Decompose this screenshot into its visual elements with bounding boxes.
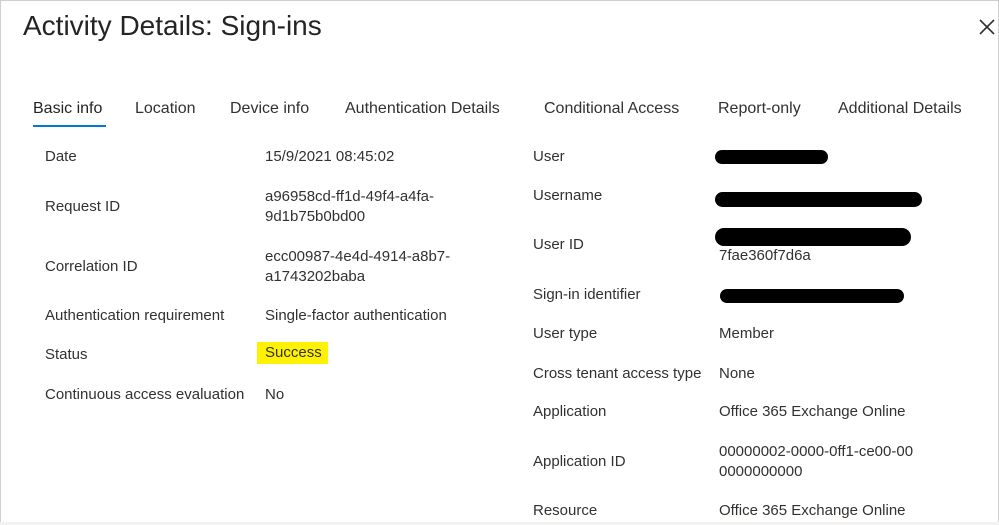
username-label: Username [533, 187, 603, 204]
date-label: Date [45, 148, 77, 165]
application-id-value: 00000002-0000-0ff1-ce00-000000000000 [719, 443, 914, 480]
tab-device-info[interactable]: Device info [230, 100, 309, 118]
tab-basic-info[interactable]: Basic info [33, 100, 102, 118]
status-label: Status [45, 346, 88, 363]
request-id-label: Request ID [45, 198, 121, 215]
user-value-redacted [715, 150, 828, 164]
resource-value: Office 365 Exchange Online [719, 502, 906, 519]
cross-tenant-value: None [719, 365, 755, 382]
username-value-redacted [715, 192, 922, 207]
correlation-id-value: ecc00987-4e4d-4914-a8b7-a1743202baba [265, 248, 451, 285]
auth-requirement-label: Authentication requirement [45, 307, 225, 324]
tab-authentication-details[interactable]: Authentication Details [345, 100, 500, 118]
application-id-label: Application ID [533, 453, 626, 470]
user-id-value: 7fae360f7d6a [719, 247, 811, 264]
user-id-label: User ID [533, 236, 584, 253]
request-id-value: a96958cd-ff1d-49f4-a4fa-9d1b75b0bd00 [265, 188, 435, 225]
auth-requirement-value: Single-factor authentication [265, 307, 447, 324]
signin-identifier-redacted [720, 289, 904, 303]
close-icon[interactable] [976, 16, 998, 38]
cae-label: Continuous access evaluation [45, 386, 245, 403]
user-label: User [533, 148, 565, 165]
tab-additional-details[interactable]: Additional Details [838, 100, 962, 118]
tab-report-only[interactable]: Report-only [718, 100, 801, 118]
user-type-label: User type [533, 325, 598, 342]
active-tab-indicator [33, 125, 106, 127]
status-value: Success [257, 342, 328, 364]
user-id-redaction [715, 228, 911, 246]
application-label: Application [533, 403, 607, 420]
tab-conditional-access[interactable]: Conditional Access [544, 100, 679, 118]
cae-value: No [265, 386, 285, 403]
signin-identifier-label: Sign-in identifier [533, 286, 641, 303]
date-value: 15/9/2021 08:45:02 [265, 148, 395, 165]
status-highlight: Success [257, 342, 328, 364]
tab-location[interactable]: Location [135, 100, 196, 118]
cross-tenant-label: Cross tenant access type [533, 365, 702, 382]
correlation-id-label: Correlation ID [45, 258, 138, 275]
resource-label: Resource [533, 502, 598, 519]
page-title: Activity Details: Sign-ins [23, 10, 322, 41]
application-value: Office 365 Exchange Online [719, 403, 906, 420]
user-type-value: Member [719, 325, 775, 342]
